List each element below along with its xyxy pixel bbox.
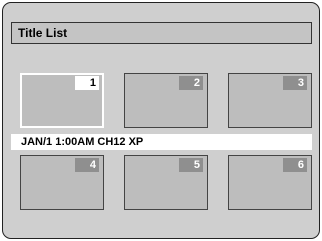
title-list-header-label: Title List xyxy=(18,26,68,40)
title-number-5: 5 xyxy=(179,158,203,172)
title-list-header: Title List xyxy=(11,22,312,44)
title-number-1: 1 xyxy=(75,76,99,90)
title-thumbnail-6[interactable]: 6 xyxy=(228,155,312,210)
title-number-4: 4 xyxy=(75,158,99,172)
title-thumbnail-4[interactable]: 4 xyxy=(20,155,104,210)
title-number-6: 6 xyxy=(283,158,307,172)
title-thumbnail-2[interactable]: 2 xyxy=(124,73,208,128)
selected-title-info-text: JAN/1 1:00AM CH12 XP xyxy=(21,136,144,148)
title-thumbnail-1[interactable]: 1 xyxy=(20,73,104,128)
title-list-screen: Title List 1 2 3 JAN/1 1:00AM CH12 XP 4 … xyxy=(2,2,320,239)
title-number-2: 2 xyxy=(179,76,203,90)
title-number-3: 3 xyxy=(283,76,307,90)
title-thumbnail-5[interactable]: 5 xyxy=(124,155,208,210)
title-thumbnail-3[interactable]: 3 xyxy=(228,73,312,128)
selected-title-info: JAN/1 1:00AM CH12 XP xyxy=(11,134,312,150)
